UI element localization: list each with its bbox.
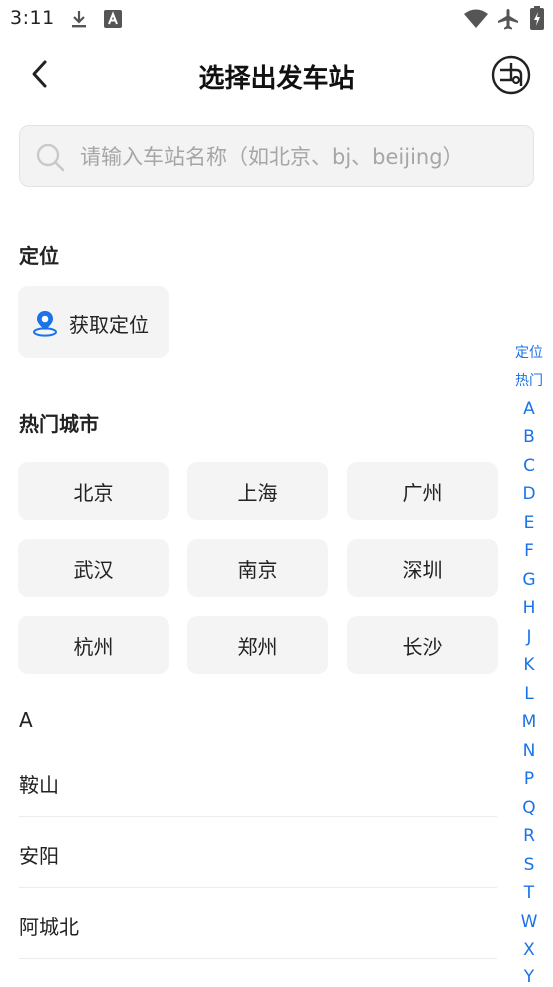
route-map-button[interactable] [490,54,532,96]
index-item-letter[interactable]: A [505,399,553,419]
index-item-letter[interactable]: K [505,655,553,675]
airplane-icon [496,7,520,35]
hot-city-button[interactable]: 广州 [347,462,498,520]
station-row[interactable]: 阿城北 [19,889,497,959]
hot-city-button[interactable]: 北京 [18,462,169,520]
search-icon [36,143,66,177]
location-pin-icon [31,309,59,341]
hot-city-button[interactable]: 南京 [187,539,328,597]
status-bar: 3:11 [0,0,553,38]
station-name: 阿城北 [19,915,79,939]
hot-city-button[interactable]: 郑州 [187,616,328,674]
hot-city-button[interactable]: 长沙 [347,616,498,674]
route-map-icon [490,55,532,100]
hot-city-button[interactable]: 上海 [187,462,328,520]
index-item-letter[interactable]: B [505,427,553,447]
index-item-letter[interactable]: R [505,826,553,846]
index-item-letter[interactable]: E [505,513,553,533]
station-name: 鞍山 [19,773,59,797]
hot-cities-section-title: 热门城市 [19,412,99,436]
search-input[interactable] [78,126,527,188]
search-box[interactable] [19,125,534,188]
index-item-letter[interactable]: N [505,741,553,761]
index-item-letter[interactable]: P [505,769,553,789]
index-item-letter[interactable]: L [505,684,553,704]
hot-city-button[interactable]: 杭州 [18,616,169,674]
index-item-hot[interactable]: 热门 [505,370,553,390]
battery-charging-icon [530,6,544,34]
index-item-letter[interactable]: F [505,541,553,561]
index-item-letter[interactable]: Q [505,798,553,818]
get-location-button[interactable]: 获取定位 [18,286,169,358]
header-bar: 选择出发车站 [0,40,553,110]
hot-city-button[interactable]: 武汉 [18,539,169,597]
index-item-letter[interactable]: J [505,627,553,647]
index-item-letter[interactable]: D [505,484,553,504]
index-item-letter[interactable]: C [505,456,553,476]
status-time: 3:11 [10,7,55,29]
index-item-letter[interactable]: T [505,883,553,903]
download-icon [68,8,90,34]
index-item-location[interactable]: 定位 [505,342,553,362]
location-section-title: 定位 [19,244,59,268]
get-location-label: 获取定位 [69,313,149,337]
a-notification-icon [103,9,123,33]
wifi-icon [463,8,489,34]
index-item-letter[interactable]: G [505,570,553,590]
index-item-letter[interactable]: Y [505,967,553,987]
station-group-letter: A [19,708,33,732]
hot-city-button[interactable]: 深圳 [347,539,498,597]
index-item-letter[interactable]: S [505,855,553,875]
index-item-letter[interactable]: X [505,940,553,960]
station-row[interactable]: 鞍山 [19,747,497,817]
station-row[interactable]: 安阳 [19,818,497,888]
index-item-letter[interactable]: H [505,598,553,618]
index-item-letter[interactable]: M [505,712,553,732]
page-title: 选择出发车站 [198,64,355,94]
index-item-letter[interactable]: W [505,912,553,932]
station-name: 安阳 [19,844,59,868]
